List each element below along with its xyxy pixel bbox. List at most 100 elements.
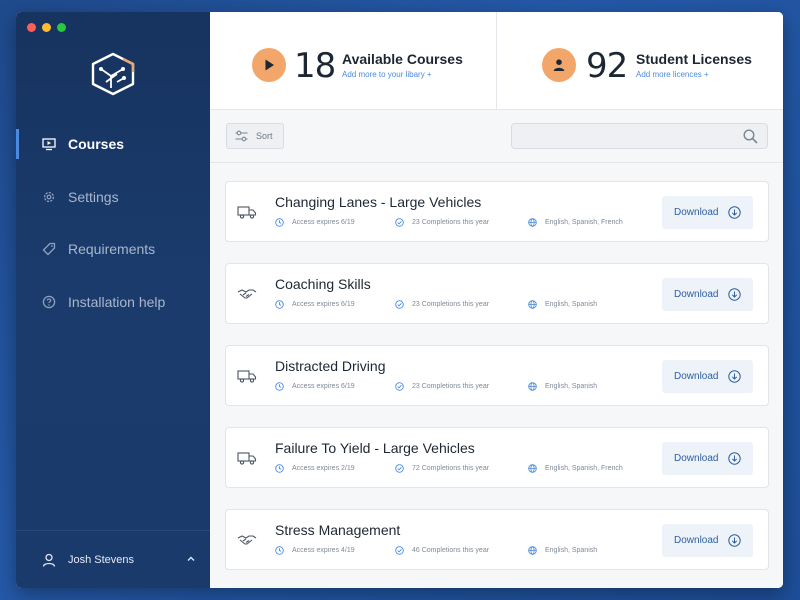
clock-icon — [275, 382, 284, 391]
course-title: Failure To Yield - Large Vehicles — [275, 440, 475, 456]
course-card: Distracted Driving Access expires 6/19 2… — [225, 345, 769, 406]
languages: English, Spanish — [528, 300, 597, 309]
completions-text: 23 Completions this year — [412, 383, 490, 390]
clock-icon — [275, 464, 284, 473]
add-licenses-link[interactable]: Add more licences + — [636, 70, 709, 79]
check-circle-icon — [395, 464, 404, 473]
sidebar-item-label: Courses — [68, 136, 125, 152]
languages: English, Spanish, French — [528, 218, 623, 227]
download-label: Download — [674, 207, 719, 218]
globe-icon — [528, 382, 537, 391]
course-card: Stress Management Access expires 4/19 46… — [225, 509, 769, 570]
truck-icon — [237, 452, 257, 465]
sidebar-item-label: Requirements — [68, 241, 156, 257]
sidebar-item-requirements[interactable]: Requirements — [16, 232, 210, 266]
chevron-up-icon[interactable] — [186, 554, 196, 564]
gear-icon — [43, 191, 55, 202]
truck-icon — [237, 206, 257, 219]
sidebar-item-courses[interactable]: Courses — [16, 127, 210, 161]
user-icon — [42, 553, 56, 567]
sidebar-item-label: Settings — [68, 188, 119, 205]
download-icon — [728, 370, 742, 383]
check-circle-icon — [395, 300, 404, 309]
access-expiry-text: Access expires 2/19 — [292, 465, 355, 472]
handshake-icon — [237, 289, 257, 299]
languages: English, Spanish — [528, 546, 597, 555]
completions: 23 Completions this year — [395, 382, 489, 391]
download-button[interactable]: Download — [662, 442, 753, 475]
search-input[interactable] — [511, 123, 768, 149]
close-window-button[interactable] — [27, 23, 36, 32]
available-courses-title: Available Courses — [342, 51, 463, 67]
completions-text: 23 Completions this year — [412, 301, 490, 308]
app-window: Courses Settings Requirements Installati… — [16, 12, 783, 588]
clock-icon — [275, 546, 284, 555]
add-courses-link[interactable]: Add more to your libary + — [342, 70, 432, 79]
course-card: Failure To Yield - Large Vehicles Access… — [225, 427, 769, 488]
play-icon — [252, 48, 286, 82]
access-expiry-text: Access expires 6/19 — [292, 301, 355, 308]
search-icon[interactable] — [743, 129, 758, 144]
toolbar: Sort — [210, 110, 783, 163]
course-title: Distracted Driving — [275, 358, 386, 374]
minimize-window-button[interactable] — [42, 23, 51, 32]
download-icon — [728, 206, 742, 219]
sort-button[interactable]: Sort — [226, 123, 284, 149]
window-controls — [27, 23, 66, 32]
truck-icon — [237, 370, 257, 383]
globe-icon — [528, 464, 537, 473]
languages-text: English, Spanish — [545, 301, 598, 308]
download-button[interactable]: Download — [662, 278, 753, 311]
download-button[interactable]: Download — [662, 196, 753, 229]
completions: 23 Completions this year — [395, 300, 489, 309]
languages: English, Spanish — [528, 382, 597, 391]
download-icon — [728, 452, 742, 465]
download-icon — [728, 534, 742, 547]
completions-text: 23 Completions this year — [412, 219, 490, 226]
languages-text: English, Spanish, French — [545, 219, 623, 226]
access-expiry: Access expires 6/19 — [275, 382, 355, 391]
check-circle-icon — [395, 546, 404, 555]
tag-icon — [42, 242, 56, 256]
course-title: Changing Lanes - Large Vehicles — [275, 194, 482, 210]
course-title: Stress Management — [275, 522, 401, 538]
sidebar-nav: Courses Settings Requirements Installati… — [16, 127, 210, 337]
download-button[interactable]: Download — [662, 360, 753, 393]
check-circle-icon — [395, 382, 404, 391]
download-label: Download — [674, 371, 719, 382]
sidebar: Courses Settings Requirements Installati… — [16, 12, 210, 588]
available-courses-stat: 18 Available Courses Add more to your li… — [210, 12, 496, 109]
course-card: Coaching Skills Access expires 6/19 23 C… — [225, 263, 769, 324]
download-label: Download — [674, 289, 719, 300]
sidebar-item-installation-help[interactable]: Installation help — [16, 285, 210, 319]
student-licenses-stat: 92 Student Licenses Add more licences + — [496, 12, 783, 109]
sidebar-item-settings[interactable]: Settings — [16, 180, 210, 214]
student-licenses-title: Student Licenses — [636, 51, 752, 67]
stats-header: 18 Available Courses Add more to your li… — [210, 12, 783, 110]
completions: 72 Completions this year — [395, 464, 489, 473]
globe-icon — [528, 546, 537, 555]
course-card: Changing Lanes - Large Vehicles Access e… — [225, 181, 769, 242]
main-content: 18 Available Courses Add more to your li… — [210, 12, 783, 588]
presentation-icon — [42, 138, 56, 151]
course-title: Coaching Skills — [275, 276, 371, 292]
sliders-icon — [235, 130, 248, 142]
clock-icon — [275, 300, 284, 309]
download-button[interactable]: Download — [662, 524, 753, 557]
student-licenses-count: 92 — [586, 46, 628, 86]
access-expiry: Access expires 4/19 — [275, 546, 355, 555]
course-list: Changing Lanes - Large Vehicles Access e… — [225, 181, 769, 588]
completions-text: 46 Completions this year — [412, 547, 490, 554]
user-name: Josh Stevens — [68, 553, 135, 566]
sort-label: Sort — [256, 131, 273, 141]
completions: 46 Completions this year — [395, 546, 489, 555]
languages-text: English, Spanish, French — [545, 465, 623, 472]
user-menu[interactable]: Josh Stevens — [16, 530, 210, 588]
available-courses-count: 18 — [294, 46, 336, 86]
access-expiry-text: Access expires 6/19 — [292, 383, 355, 390]
download-label: Download — [674, 535, 719, 546]
user-icon — [542, 48, 576, 82]
completions-text: 72 Completions this year — [412, 465, 490, 472]
handshake-icon — [237, 535, 257, 545]
maximize-window-button[interactable] — [57, 23, 66, 32]
